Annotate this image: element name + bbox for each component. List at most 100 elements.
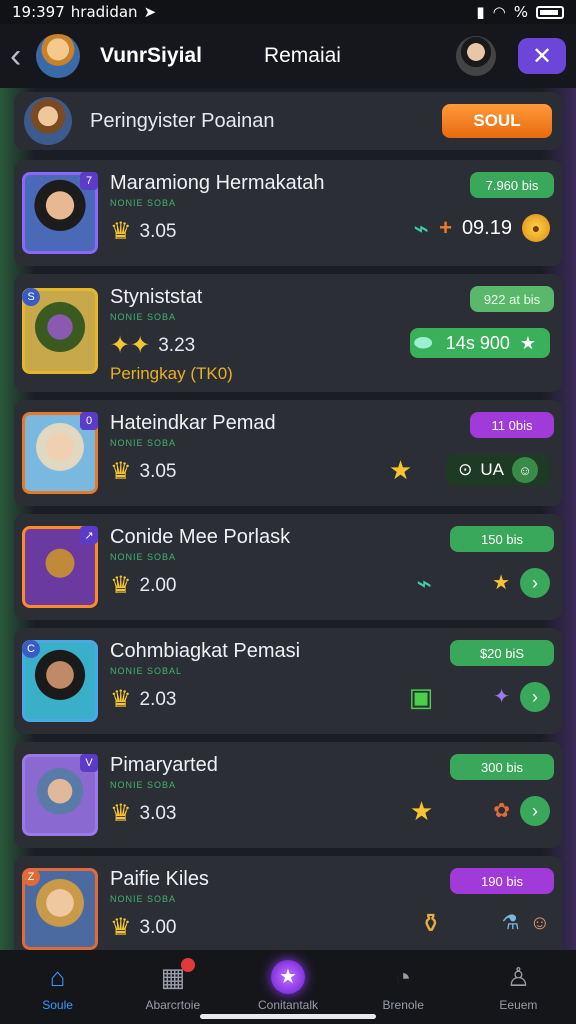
star-icon: ★ <box>492 572 510 594</box>
dot-icon: ⊙ <box>458 460 473 479</box>
home-indicator <box>200 1014 376 1019</box>
status-bar: 19:397 hradidan ➤ ▮ ◠ % <box>0 0 576 24</box>
profile-avatar[interactable] <box>456 36 496 76</box>
character-mini-icon: ☺ <box>512 457 538 483</box>
gem-icon: ⬬ <box>413 330 433 355</box>
chevron-left-icon[interactable]: ‹ <box>10 39 30 73</box>
level-badge-icon: ↗ <box>80 526 98 544</box>
plus-icon: + <box>439 215 452 240</box>
nav-label: Brenole <box>382 998 424 1012</box>
nav-center[interactable]: ★ Conitantalk <box>230 960 345 1012</box>
list-item[interactable]: 7 Maramiong Hermakatah NONIE SOBA ♛ 3.05… <box>14 160 562 266</box>
close-button[interactable]: ✕ <box>518 38 566 74</box>
status-badge: 300 bis <box>450 754 554 780</box>
list-item[interactable]: S Styniststat NONIE SOBA ✦✦ 3.23 Peringk… <box>14 274 562 392</box>
bottom-nav: ⌂ Soule ▦ Abarcrtoie ★ Conitantalk ◔ Bre… <box>0 950 576 1024</box>
list-item[interactable]: Z Paifie Kiles NONIE SOBA ♛ 3.00 190 bis… <box>14 856 562 962</box>
stars-icon: ✦✦ <box>110 332 151 359</box>
rating-value: 3.03 <box>139 803 177 824</box>
rating-value: 3.00 <box>139 917 177 938</box>
nav-profile[interactable]: ♙ Eeuem <box>461 961 576 1013</box>
character-portrait: 7 <box>22 172 98 254</box>
page-subtitle: Remaiai <box>263 44 341 67</box>
torch-icon: ⚱ <box>419 908 442 938</box>
user-icon: ♙ <box>506 961 531 992</box>
nav-label: Eeuem <box>499 998 538 1012</box>
list-item[interactable]: C Cohmbiagkat Pemasi NONIE SOBAL ♛ 2.03 … <box>14 628 562 734</box>
rank-label: Peringkay (TK0) <box>110 364 233 383</box>
character-subtitle: NONIE SOBA <box>110 198 177 208</box>
character-portrait: ↗ <box>22 526 98 608</box>
status-badge: 150 bis <box>450 526 554 552</box>
close-icon: ✕ <box>531 42 553 70</box>
status-badge: 11 0bis <box>470 412 554 438</box>
score-value: 09.19 <box>461 216 512 239</box>
star-icon: ★ <box>271 960 305 994</box>
reward-pill[interactable]: ⊙ UA ☺ <box>446 454 550 486</box>
character-portrait: 0 <box>22 412 98 494</box>
soul-button[interactable]: SOUL <box>442 104 552 138</box>
crown-icon: ♛ <box>110 914 132 941</box>
star-icon: ★ <box>519 332 536 353</box>
coin-icon[interactable]: ● <box>522 214 550 242</box>
level-badge-icon: 7 <box>80 172 98 190</box>
character-mini-icon: ☺ <box>529 912 550 934</box>
status-battery-label: % <box>513 3 528 21</box>
rating-value: 2.00 <box>139 575 177 596</box>
star-icon: ★ <box>388 455 413 485</box>
nav-home[interactable]: ⌂ Soule <box>0 962 115 1013</box>
level-badge-icon: Z <box>22 868 40 886</box>
character-list: 7 Maramiong Hermakatah NONIE SOBA ♛ 3.05… <box>14 160 562 970</box>
character-subtitle: NONIE SOBAL <box>110 666 183 676</box>
rating-value: 3.05 <box>139 461 177 482</box>
gem-icon: ✦ <box>493 686 510 708</box>
level-badge-icon: 0 <box>80 412 98 430</box>
location-icon: ➤ <box>143 3 157 21</box>
status-badge: $20 biS <box>450 640 554 666</box>
avatar[interactable] <box>36 34 80 78</box>
list-item[interactable]: 0 Hateindkar Pemad NONIE SOBA ♛ 3.05 11 … <box>14 400 562 506</box>
potion-icon: ⌁ <box>413 213 430 243</box>
banner-text: Peringyister Poainan <box>90 109 275 132</box>
nav-label: Abarcrtoie <box>145 998 201 1012</box>
reward-value: UA <box>480 460 504 479</box>
nav-label: Conitantalk <box>257 998 319 1012</box>
rating-value: 3.05 <box>139 221 177 242</box>
arrow-right-icon[interactable]: › <box>520 568 550 598</box>
status-badge: 190 bis <box>450 868 554 894</box>
character-name: Cohmbiagkat Pemasi <box>110 640 301 662</box>
level-badge-icon: C <box>22 640 40 658</box>
level-badge-icon: V <box>80 754 98 772</box>
gift-icon: ▣ <box>408 682 434 712</box>
nav-label: Soule <box>42 998 73 1012</box>
notification-dot <box>181 958 196 972</box>
crown-icon: ♛ <box>110 572 132 599</box>
character-name: Styniststat <box>110 286 203 308</box>
banner: Peringyister Poainan SOUL <box>14 92 562 150</box>
reward-pill[interactable]: ⬬ 14s 900 ★ <box>409 328 550 358</box>
level-badge-icon: S <box>22 288 40 306</box>
list-item[interactable]: V Pimaryarted NONIE SOBA ♛ 3.03 300 bis … <box>14 742 562 848</box>
flower-icon: ✿ <box>493 800 510 822</box>
battery-icon <box>536 5 564 19</box>
character-name: Hateindkar Pemad <box>110 412 276 434</box>
potion-icon: ⚗ <box>501 912 520 934</box>
arrow-right-icon[interactable]: › <box>520 682 550 712</box>
character-subtitle: NONIE SOBA <box>110 780 177 790</box>
list-item[interactable]: ↗ Conide Mee Porlask NONIE SOBA ♛ 2.00 1… <box>14 514 562 620</box>
character-portrait: S <box>22 288 98 374</box>
status-badge: 7.960 bis <box>470 172 554 198</box>
character-name: Maramiong Hermakatah <box>110 172 325 194</box>
status-badge: 922 at bis <box>470 286 554 312</box>
arrow-right-icon[interactable]: › <box>520 796 550 826</box>
nav-inventory[interactable]: ▦ Abarcrtoie <box>115 958 230 1012</box>
character-subtitle: NONIE SOBA <box>110 552 177 562</box>
character-name: Paifie Kiles <box>110 868 209 890</box>
rating-value: 3.23 <box>158 335 196 356</box>
notification-icon: ▮ <box>476 3 485 21</box>
character-name: Conide Mee Porlask <box>110 526 291 548</box>
character-subtitle: NONIE SOBA <box>110 894 177 904</box>
status-carrier: hradidan <box>70 3 138 21</box>
wifi-icon: ◠ <box>492 3 506 21</box>
nav-clock[interactable]: ◔ Brenole <box>346 962 461 1013</box>
